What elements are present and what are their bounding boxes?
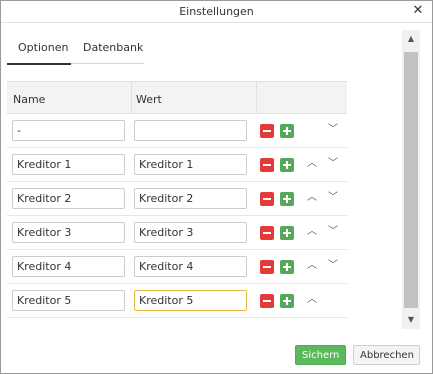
add-row-button[interactable]	[280, 260, 294, 274]
value-input[interactable]	[134, 256, 247, 277]
name-input[interactable]	[12, 256, 125, 277]
remove-row-button[interactable]	[260, 226, 274, 240]
name-input[interactable]	[12, 120, 125, 141]
scroll-down-icon[interactable]: ▼	[402, 311, 420, 329]
add-row-button[interactable]	[280, 192, 294, 206]
remove-row-button[interactable]	[260, 192, 274, 206]
move-down-icon[interactable]: ﹀	[326, 190, 340, 206]
tab-datenbank[interactable]: Datenbank	[83, 41, 143, 54]
dialog-title: Einstellungen	[179, 5, 254, 18]
value-input[interactable]	[134, 222, 247, 243]
tab-bar: Optionen Datenbank	[7, 38, 144, 65]
cancel-button[interactable]: Abbrechen	[353, 345, 420, 365]
move-down-icon[interactable]: ﹀	[326, 156, 340, 172]
column-header-name: Name	[13, 93, 46, 106]
table-header: Name Wert	[7, 81, 347, 114]
value-input[interactable]	[134, 154, 247, 175]
scroll-up-icon[interactable]: ▲	[402, 30, 420, 48]
active-tab-indicator	[7, 63, 71, 65]
table-row: ︿﹀	[7, 216, 347, 250]
scrollbar-thumb[interactable]	[404, 52, 418, 308]
add-row-button[interactable]	[280, 226, 294, 240]
vertical-scrollbar[interactable]: ▲ ▼	[402, 30, 420, 329]
column-divider	[256, 82, 257, 113]
table-row: ﹀	[7, 114, 347, 148]
move-up-icon[interactable]: ︿	[305, 224, 319, 240]
add-row-button[interactable]	[280, 124, 294, 138]
settings-dialog: Einstellungen ✕ Optionen Datenbank Name …	[0, 0, 433, 374]
move-up-icon[interactable]: ︿	[305, 190, 319, 206]
move-up-icon[interactable]: ︿	[305, 292, 319, 308]
move-down-icon[interactable]: ﹀	[326, 122, 340, 138]
value-input[interactable]	[134, 120, 247, 141]
table-row: ︿﹀	[7, 148, 347, 182]
move-up-icon[interactable]: ︿	[305, 156, 319, 172]
remove-row-button[interactable]	[260, 294, 274, 308]
move-up-icon[interactable]: ︿	[305, 258, 319, 274]
value-input[interactable]	[134, 188, 247, 209]
table-row: ︿﹀	[7, 182, 347, 216]
name-input[interactable]	[12, 222, 125, 243]
remove-row-button[interactable]	[260, 260, 274, 274]
table-row: ︿﹀	[7, 250, 347, 284]
close-icon[interactable]: ✕	[411, 3, 425, 19]
value-input[interactable]	[134, 290, 247, 311]
move-down-icon[interactable]: ﹀	[326, 224, 340, 240]
move-down-icon[interactable]: ﹀	[326, 258, 340, 274]
table-body: ﹀︿﹀︿﹀︿﹀︿﹀︿	[7, 114, 347, 318]
name-input[interactable]	[12, 154, 125, 175]
add-row-button[interactable]	[280, 294, 294, 308]
column-divider	[131, 82, 132, 113]
save-button[interactable]: Sichern	[295, 345, 346, 365]
add-row-button[interactable]	[280, 158, 294, 172]
tab-optionen[interactable]: Optionen	[18, 41, 68, 54]
options-table: Name Wert ﹀︿﹀︿﹀︿﹀︿﹀︿	[7, 81, 347, 318]
name-input[interactable]	[12, 188, 125, 209]
table-row: ︿	[7, 284, 347, 318]
remove-row-button[interactable]	[260, 124, 274, 138]
title-bar: Einstellungen ✕	[1, 1, 432, 23]
name-input[interactable]	[12, 290, 125, 311]
column-header-value: Wert	[136, 93, 162, 106]
remove-row-button[interactable]	[260, 158, 274, 172]
